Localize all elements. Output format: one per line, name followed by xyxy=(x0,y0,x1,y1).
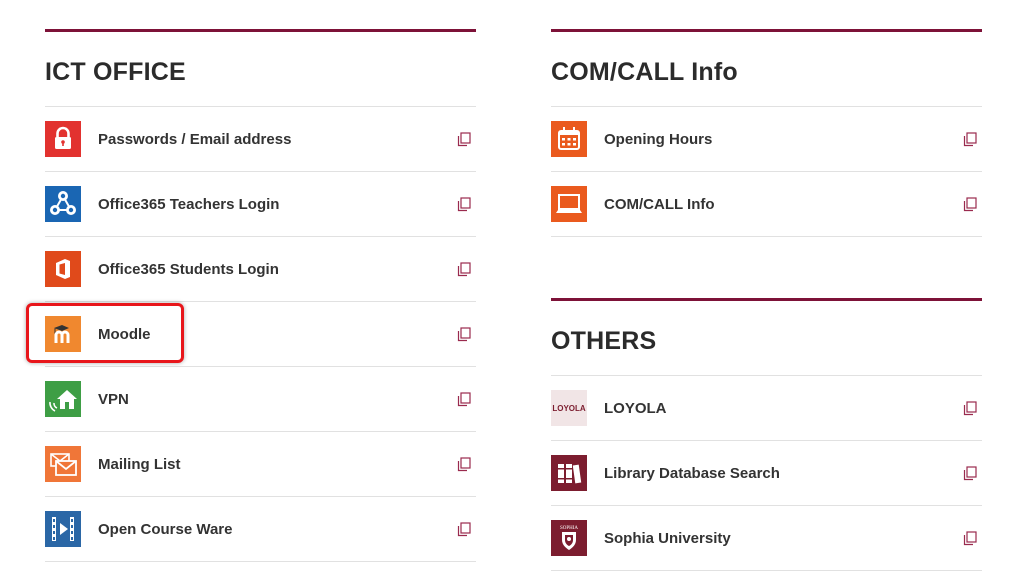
video-icon xyxy=(45,511,81,547)
section-title-others: OTHERS xyxy=(551,327,657,355)
copy-icon[interactable] xyxy=(963,197,977,212)
envelopes-icon xyxy=(45,446,81,482)
network-icon xyxy=(45,186,81,222)
link-loyola[interactable]: LOYOLA LOYOLA xyxy=(551,376,982,441)
link-office365-teachers[interactable]: Office365 Teachers Login xyxy=(45,172,476,237)
link-label: Office365 Teachers Login xyxy=(98,195,280,213)
moodle-icon xyxy=(45,316,81,352)
link-comcall-info[interactable]: COM/CALL Info xyxy=(551,172,982,237)
sophia-crest-icon: SOPHIA xyxy=(551,520,587,556)
copy-icon[interactable] xyxy=(457,327,471,342)
copy-icon[interactable] xyxy=(457,262,471,277)
link-label: Sophia University xyxy=(604,529,731,547)
link-label: VPN xyxy=(98,390,129,408)
lock-icon xyxy=(45,121,81,157)
copy-icon[interactable] xyxy=(457,197,471,212)
others-section: OTHERS LOYOLA LOYOLA Library Database Se… xyxy=(551,298,982,571)
ict-office-list: Passwords / Email address Office365 Teac… xyxy=(45,106,476,562)
section-title-comcall: COM/CALL Info xyxy=(551,58,738,86)
link-opening-hours[interactable]: Opening Hours xyxy=(551,107,982,172)
copy-icon[interactable] xyxy=(457,522,471,537)
calendar-icon xyxy=(551,121,587,157)
link-sophia-university[interactable]: SOPHIA Sophia University xyxy=(551,506,982,571)
link-library-database[interactable]: Library Database Search xyxy=(551,441,982,506)
comcall-section: COM/CALL Info Opening Hours COM/CALL Inf… xyxy=(551,29,982,237)
copy-icon[interactable] xyxy=(457,392,471,407)
copy-icon[interactable] xyxy=(963,401,977,416)
link-vpn[interactable]: VPN xyxy=(45,367,476,432)
office365-icon xyxy=(45,251,81,287)
loyola-logo: LOYOLA xyxy=(551,390,587,426)
link-label: Open Course Ware xyxy=(98,520,233,538)
copy-icon[interactable] xyxy=(457,132,471,147)
link-moodle[interactable]: Moodle xyxy=(45,302,476,367)
comcall-list: Opening Hours COM/CALL Info xyxy=(551,106,982,237)
copy-icon[interactable] xyxy=(963,531,977,546)
link-passwords-email[interactable]: Passwords / Email address xyxy=(45,107,476,172)
link-office365-students[interactable]: Office365 Students Login xyxy=(45,237,476,302)
copy-icon[interactable] xyxy=(963,132,977,147)
link-mailing-list[interactable]: Mailing List xyxy=(45,432,476,497)
link-label: Mailing List xyxy=(98,455,181,473)
link-label: Opening Hours xyxy=(604,130,713,148)
link-label: Moodle xyxy=(98,325,151,343)
books-icon xyxy=(551,455,587,491)
computer-icon xyxy=(551,186,587,222)
home-signal-icon xyxy=(45,381,81,417)
ict-office-section: ICT OFFICE Passwords / Email address Off… xyxy=(45,29,476,562)
link-open-course-ware[interactable]: Open Course Ware xyxy=(45,497,476,562)
link-label: Library Database Search xyxy=(604,464,780,482)
link-label: Office365 Students Login xyxy=(98,260,279,278)
section-title-ict-office: ICT OFFICE xyxy=(45,58,186,86)
svg-text:LOYOLA: LOYOLA xyxy=(552,404,586,413)
copy-icon[interactable] xyxy=(457,457,471,472)
link-label: COM/CALL Info xyxy=(604,195,715,213)
link-label: Passwords / Email address xyxy=(98,130,292,148)
others-list: LOYOLA LOYOLA Library Database Search SO… xyxy=(551,375,982,571)
copy-icon[interactable] xyxy=(963,466,977,481)
svg-text:SOPHIA: SOPHIA xyxy=(560,526,578,531)
link-label: LOYOLA xyxy=(604,399,667,417)
